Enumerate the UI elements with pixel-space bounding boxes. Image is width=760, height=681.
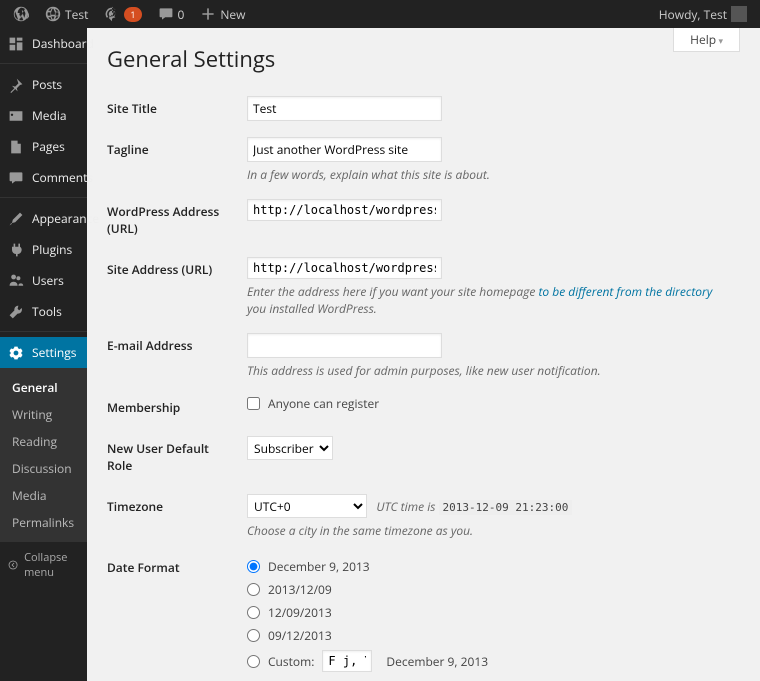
tagline-input[interactable] <box>247 137 442 162</box>
sidebar-item-settings[interactable]: Settings <box>0 337 87 368</box>
updates-menu[interactable]: 1 <box>97 0 148 28</box>
settings-submenu: GeneralWritingReadingDiscussionMediaPerm… <box>0 368 87 542</box>
submenu-item-writing[interactable]: Writing <box>0 401 87 428</box>
comment-icon <box>158 6 174 22</box>
date-format-option[interactable]: 12/09/2013 <box>247 601 730 624</box>
admin-bar: Test 1 0 New Howdy, Test <box>0 0 760 28</box>
site-name: Test <box>65 6 88 23</box>
date-format-custom[interactable]: Custom:December 9, 2013 <box>247 647 730 675</box>
submenu-item-discussion[interactable]: Discussion <box>0 455 87 482</box>
sidebar-item-appearance[interactable]: Appearance <box>0 203 87 234</box>
sidebar-item-pages[interactable]: Pages <box>0 131 87 162</box>
tagline-desc: In a few words, explain what this site i… <box>247 166 730 183</box>
date-format-option[interactable]: December 9, 2013 <box>247 555 730 578</box>
update-count: 1 <box>124 7 141 22</box>
help-tab[interactable]: Help <box>673 28 740 52</box>
wordpress-icon <box>13 6 29 22</box>
brush-icon <box>8 211 24 227</box>
collapse-menu[interactable]: Collapse menu <box>0 542 87 588</box>
submenu-item-general[interactable]: General <box>0 374 87 401</box>
utc-time: 2013-12-09 21:23:00 <box>439 500 573 515</box>
pin-icon <box>8 77 24 93</box>
comment-count: 0 <box>178 6 185 23</box>
comment-icon <box>8 170 24 186</box>
sidebar-item-users[interactable]: Users <box>0 265 87 296</box>
page-title: General Settings <box>107 44 740 74</box>
wp-url-input[interactable] <box>247 199 442 221</box>
site-url-desc: Enter the address here if you want your … <box>247 283 730 317</box>
users-icon <box>8 273 24 289</box>
timezone-select[interactable]: UTC+0 <box>247 494 367 518</box>
email-label: E-mail Address <box>107 325 237 387</box>
wp-url-label: WordPress Address (URL) <box>107 191 237 249</box>
collapse-icon <box>8 558 18 572</box>
plus-icon <box>200 6 216 22</box>
sidebar-item-media[interactable]: Media <box>0 100 87 131</box>
media-icon <box>8 108 24 124</box>
date-format-custom-input[interactable] <box>322 650 372 672</box>
submenu-item-permalinks[interactable]: Permalinks <box>0 509 87 536</box>
sidebar-item-dashboard[interactable]: Dashboard <box>0 28 87 59</box>
membership-checkbox[interactable] <box>247 397 260 410</box>
date-format-option[interactable]: 09/12/2013 <box>247 624 730 647</box>
submenu-item-media[interactable]: Media <box>0 482 87 509</box>
site-url-input[interactable] <box>247 257 442 279</box>
site-url-label: Site Address (URL) <box>107 249 237 325</box>
page-icon <box>8 139 24 155</box>
site-url-help-link[interactable]: to be different from the directory <box>538 283 712 300</box>
sidebar-item-tools[interactable]: Tools <box>0 296 87 327</box>
update-icon <box>104 6 120 22</box>
sidebar-item-plugins[interactable]: Plugins <box>0 234 87 265</box>
site-title-input[interactable] <box>247 96 442 121</box>
site-menu[interactable]: Test <box>38 0 95 28</box>
email-input[interactable] <box>247 333 442 358</box>
timezone-desc: Choose a city in the same timezone as yo… <box>247 522 730 539</box>
settings-icon <box>8 345 24 361</box>
wp-logo-menu[interactable] <box>6 0 36 28</box>
avatar <box>731 6 747 22</box>
default-role-label: New User Default Role <box>107 428 237 486</box>
site-title-label: Site Title <box>107 88 237 129</box>
admin-sidebar: DashboardPostsMediaPagesCommentsAppearan… <box>0 28 87 681</box>
dashboard-icon <box>8 36 24 52</box>
sidebar-item-posts[interactable]: Posts <box>0 69 87 100</box>
plugin-icon <box>8 242 24 258</box>
new-menu[interactable]: New <box>193 0 252 28</box>
submenu-item-reading[interactable]: Reading <box>0 428 87 455</box>
date-format-option[interactable]: 2013/12/09 <box>247 578 730 601</box>
email-desc: This address is used for admin purposes,… <box>247 362 730 379</box>
default-role-select[interactable]: Subscriber <box>247 436 333 460</box>
tagline-label: Tagline <box>107 129 237 191</box>
comments-menu[interactable]: 0 <box>151 0 192 28</box>
timezone-label: Timezone <box>107 486 237 547</box>
sidebar-item-comments[interactable]: Comments <box>0 162 87 193</box>
membership-checkbox-label[interactable]: Anyone can register <box>247 395 730 412</box>
membership-label: Membership <box>107 387 237 428</box>
account-menu[interactable]: Howdy, Test <box>652 0 754 28</box>
tools-icon <box>8 304 24 320</box>
content-area: Help General Settings Site Title Tagline… <box>87 28 760 681</box>
date-format-label: Date Format <box>107 547 237 681</box>
globe-icon <box>45 6 61 22</box>
